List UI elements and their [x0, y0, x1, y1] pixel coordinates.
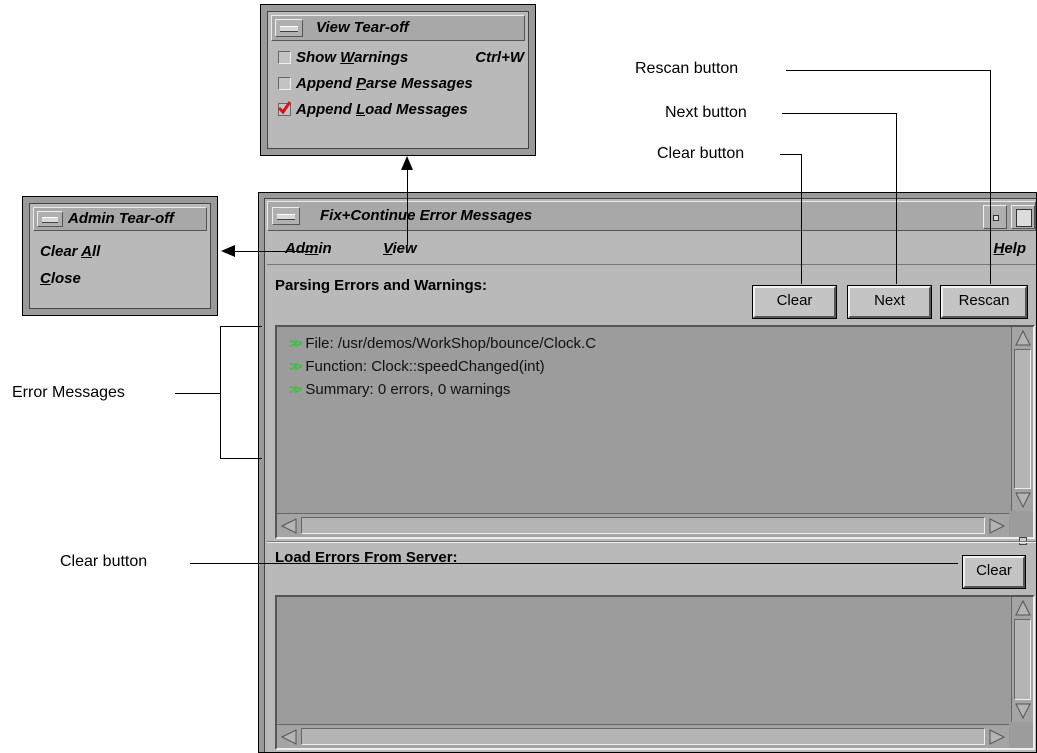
- window-titlebar[interactable]: Fix+Continue Error Messages: [267, 201, 1036, 231]
- arrowhead-left-icon: [221, 245, 235, 257]
- maximize-icon[interactable]: [1011, 205, 1035, 229]
- callout-clear-button-top: Clear button: [657, 145, 745, 162]
- scroll-down-arrow-icon[interactable]: [1014, 702, 1032, 720]
- window-menu-icon[interactable]: [275, 19, 303, 37]
- shortcut-label: Ctrl+W: [475, 49, 524, 66]
- leader-line: [220, 326, 262, 327]
- callout-clear-button-bottom: Clear button: [60, 553, 148, 570]
- load-clear-button[interactable]: Clear: [963, 556, 1025, 588]
- menu-item-close[interactable]: Close: [40, 270, 81, 287]
- menu-help[interactable]: Help: [993, 240, 1026, 257]
- arrowhead-up-icon: [401, 156, 413, 170]
- menu-item-show-warnings-label: Show Warnings: [296, 49, 409, 66]
- menu-item-append-parse-messages[interactable]: Append Parse Messages: [278, 75, 473, 92]
- view-tearoff-titlebar[interactable]: View Tear-off: [271, 15, 525, 41]
- error-messages-window: Fix+Continue Error Messages Admin View H…: [258, 192, 1037, 753]
- menu-view[interactable]: View: [383, 240, 417, 257]
- load-horizontal-scrollbar[interactable]: [277, 724, 1009, 748]
- callout-rescan-button: Rescan button: [635, 60, 739, 77]
- message-arrow-icon: >>: [289, 358, 302, 374]
- leader-line: [801, 154, 802, 284]
- message-line[interactable]: >> Summary: 0 errors, 0 warnings: [289, 381, 596, 404]
- message-arrow-icon: >>: [289, 335, 302, 351]
- menu-item-clear-all[interactable]: Clear All: [40, 243, 100, 260]
- leader-line: [786, 70, 991, 71]
- show-warnings-checkbox[interactable]: [278, 50, 291, 64]
- rescan-button[interactable]: Rescan: [941, 286, 1027, 318]
- parsing-messages-area[interactable]: >> File: /usr/demos/WorkShop/bounce/Clock…: [275, 325, 1035, 539]
- leader-line: [896, 113, 897, 284]
- parsing-section-label: Parsing Errors and Warnings:: [275, 277, 487, 294]
- message-line[interactable]: >> File: /usr/demos/WorkShop/bounce/Clock…: [289, 335, 596, 358]
- leader-line: [782, 113, 897, 114]
- message-arrow-icon: >>: [289, 381, 302, 397]
- next-button-frame: Next: [847, 285, 932, 319]
- scroll-right-arrow-icon[interactable]: [988, 728, 1006, 746]
- window-menu-icon[interactable]: [272, 207, 300, 225]
- load-errors-area[interactable]: [275, 595, 1035, 750]
- scroll-up-arrow-icon[interactable]: [1014, 329, 1032, 347]
- menu-item-append-parse-label: Append Parse Messages: [296, 75, 473, 92]
- menubar: Admin View Help: [267, 235, 1036, 265]
- pane-separator: [267, 541, 1036, 543]
- load-vertical-scrollbar[interactable]: [1011, 597, 1033, 722]
- admin-tearoff-window: Admin Tear-off Clear All Close: [22, 196, 218, 316]
- minimize-icon[interactable]: [983, 205, 1007, 229]
- scroll-right-arrow-icon[interactable]: [988, 517, 1006, 535]
- scroll-up-arrow-icon[interactable]: [1014, 599, 1032, 617]
- menu-item-append-load-label: Append Load Messages: [296, 101, 468, 118]
- scroll-down-arrow-icon[interactable]: [1014, 491, 1032, 509]
- load-clear-button-frame: Clear: [962, 555, 1026, 589]
- leader-line: [407, 168, 408, 246]
- menu-item-append-load-messages[interactable]: Append Load Messages: [277, 100, 468, 118]
- view-tearoff-title: View Tear-off: [316, 19, 409, 36]
- leader-line: [220, 326, 221, 459]
- parsing-vertical-scrollbar[interactable]: [1011, 327, 1033, 511]
- leader-line: [232, 251, 310, 252]
- window-title: Fix+Continue Error Messages: [320, 207, 533, 224]
- append-load-messages-checkbox[interactable]: [277, 100, 291, 116]
- leader-line: [990, 70, 991, 284]
- append-parse-messages-checkbox[interactable]: [278, 76, 291, 90]
- menu-item-show-warnings[interactable]: Show Warnings Ctrl+W: [278, 49, 524, 66]
- callout-error-messages: Error Messages: [12, 384, 125, 401]
- leader-line: [190, 563, 958, 564]
- rescan-button-frame: Rescan: [940, 285, 1028, 319]
- scroll-left-arrow-icon[interactable]: [280, 517, 298, 535]
- checkmark-icon: [277, 100, 291, 114]
- admin-tearoff-title: Admin Tear-off: [68, 210, 174, 227]
- parsing-horizontal-scrollbar[interactable]: [277, 513, 1009, 537]
- leader-line: [220, 458, 262, 459]
- leader-line: [780, 154, 802, 155]
- next-button[interactable]: Next: [848, 286, 931, 318]
- parsing-messages-list: >> File: /usr/demos/WorkShop/bounce/Clock…: [289, 335, 596, 404]
- menu-admin[interactable]: Admin: [285, 240, 332, 257]
- view-tearoff-window: View Tear-off Show Warnings Ctrl+W Appen…: [260, 4, 536, 156]
- scroll-left-arrow-icon[interactable]: [280, 728, 298, 746]
- parsing-clear-button-frame: Clear: [752, 285, 837, 319]
- message-line[interactable]: >> Function: Clock::speedChanged(int): [289, 358, 596, 381]
- leader-line: [175, 393, 221, 394]
- window-menu-icon[interactable]: [37, 211, 63, 227]
- admin-tearoff-titlebar[interactable]: Admin Tear-off: [33, 207, 207, 231]
- parsing-clear-button[interactable]: Clear: [753, 286, 836, 318]
- callout-next-button: Next button: [665, 104, 747, 121]
